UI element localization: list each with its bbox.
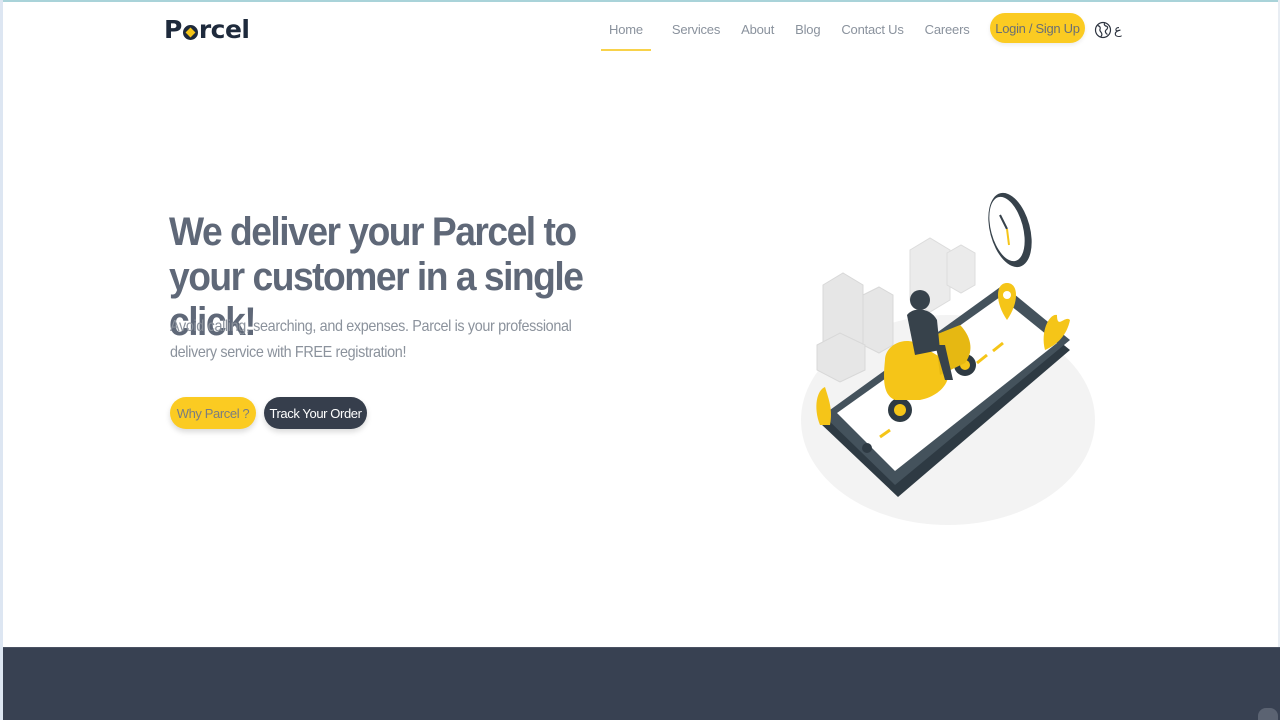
left-border	[0, 0, 3, 720]
language-label: ع	[1114, 22, 1122, 38]
logo-prefix: P	[164, 15, 182, 44]
clock-icon	[988, 192, 1032, 268]
scroll-to-top-button[interactable]	[1258, 708, 1278, 720]
parcel-box-icon	[182, 24, 198, 40]
nav-about[interactable]: About	[741, 22, 774, 37]
delivery-illustration	[801, 192, 1095, 525]
why-parcel-button[interactable]: Why Parcel ?	[170, 397, 256, 429]
top-border	[0, 0, 1280, 2]
nav-home[interactable]: Home	[601, 22, 651, 51]
hero-subtitle: Avoid calling, searching, and expenses. …	[170, 318, 572, 361]
logo-suffix: rcel	[198, 15, 250, 44]
nav-careers[interactable]: Careers	[925, 22, 970, 37]
main-nav: Home Services About Blog Contact Us Care…	[601, 22, 1045, 51]
footer-section	[3, 647, 1280, 720]
globe-icon	[1094, 21, 1112, 39]
nav-contact-us[interactable]: Contact Us	[841, 22, 904, 37]
language-switcher[interactable]: ع	[1094, 19, 1122, 41]
login-signup-button[interactable]: Login / Sign Up	[990, 13, 1085, 43]
nav-blog[interactable]: Blog	[795, 22, 820, 37]
track-order-button[interactable]: Track Your Order	[264, 397, 367, 429]
nav-services[interactable]: Services	[672, 22, 720, 37]
logo[interactable]: P rcel	[164, 15, 250, 44]
hero-actions: Why Parcel ? Track Your Order	[170, 397, 367, 429]
